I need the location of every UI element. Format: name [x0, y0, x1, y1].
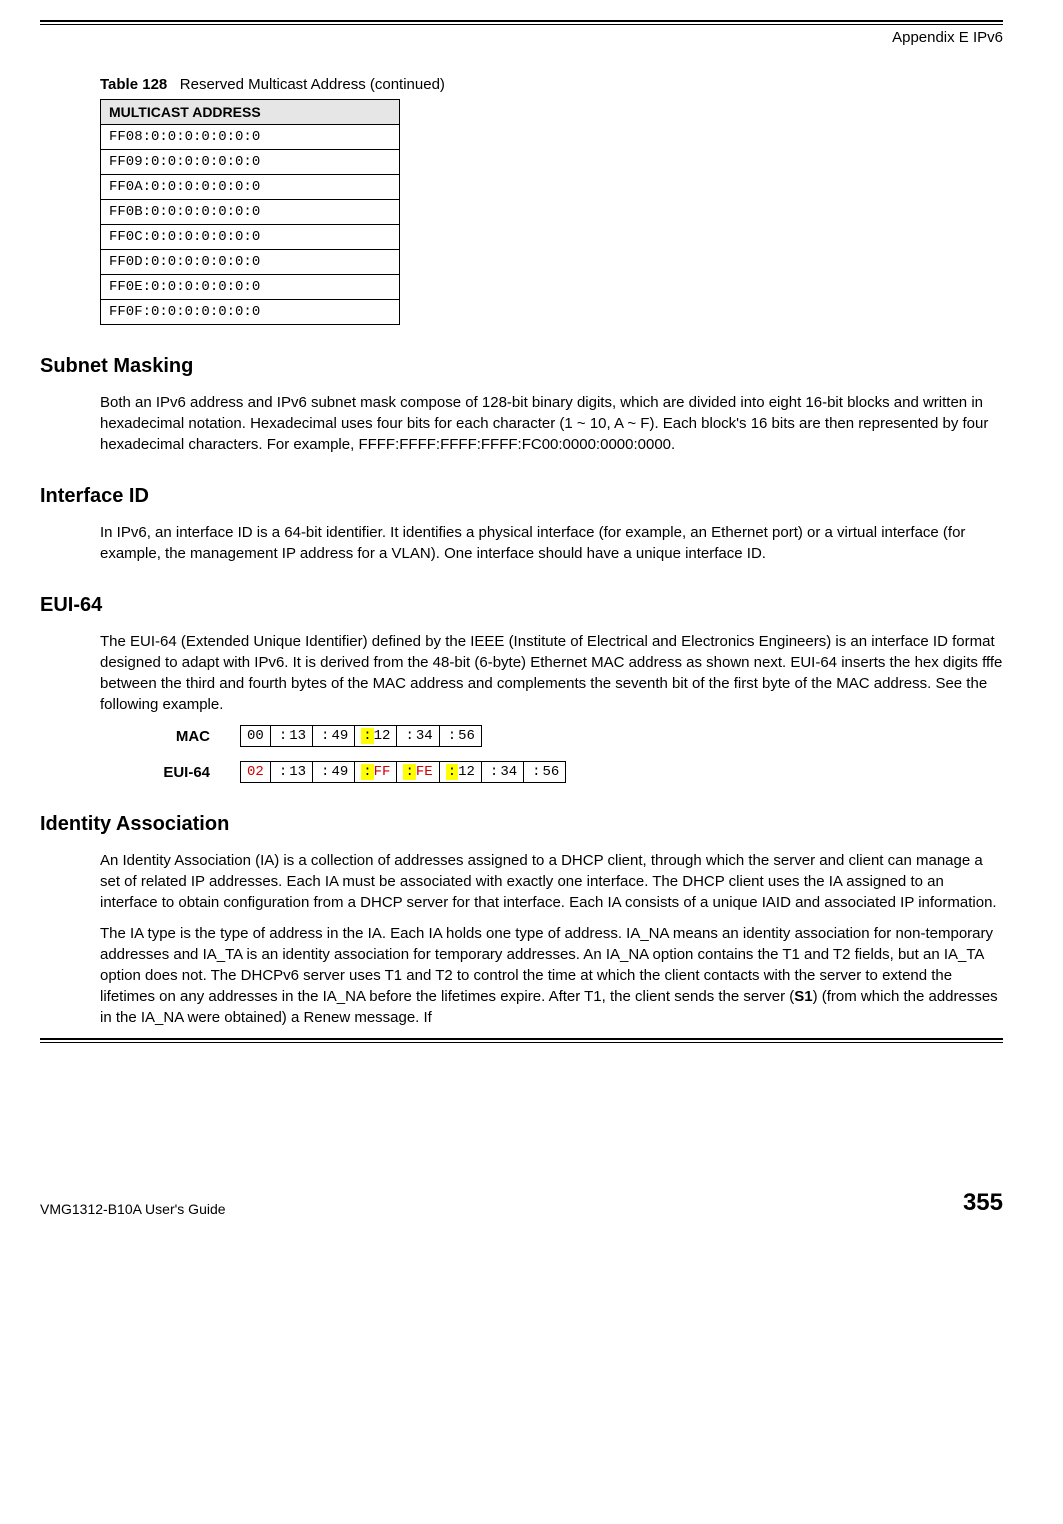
footer-page-number: 355	[963, 1189, 1003, 1217]
mac-byte: :13	[271, 725, 313, 747]
multicast-table: MULTICAST ADDRESS FF08:0:0:0:0:0:0:0 FF0…	[100, 99, 400, 325]
eui-example: MAC 00 :13 :49 :12 :34 :56 EUI-64 02 :13…	[100, 725, 1003, 783]
table-row: FF0D:0:0:0:0:0:0:0	[101, 250, 400, 275]
mac-byte: :12	[355, 725, 397, 747]
eui64-byte-inserted: :FE	[397, 761, 439, 783]
eui64-byte: :34	[482, 761, 524, 783]
eui64-byte: :12	[440, 761, 482, 783]
eui64-byte-inserted: :FF	[355, 761, 397, 783]
eui64-row: EUI-64 02 :13 :49 :FF :FE :12 :34 :56	[100, 761, 1003, 783]
table-row: FF0A:0:0:0:0:0:0:0	[101, 175, 400, 200]
mac-byte: :49	[313, 725, 355, 747]
section-body: Both an IPv6 address and IPv6 subnet mas…	[100, 392, 1003, 455]
table-row: FF09:0:0:0:0:0:0:0	[101, 150, 400, 175]
eui64-label: EUI-64	[100, 764, 240, 781]
section-heading-subnet-masking: Subnet Masking	[40, 355, 1003, 378]
page-footer: VMG1312-B10A User's Guide 355	[40, 1183, 1003, 1217]
table-title: Reserved Multicast Address (continued)	[180, 76, 445, 93]
table-cell: FF08:0:0:0:0:0:0:0	[101, 125, 400, 150]
table-cell: FF0B:0:0:0:0:0:0:0	[101, 200, 400, 225]
section-heading-eui64: EUI-64	[40, 594, 1003, 617]
eui64-byte: :56	[524, 761, 566, 783]
table-row: FF0E:0:0:0:0:0:0:0	[101, 275, 400, 300]
mac-byte: 00	[240, 725, 271, 747]
section-body: The IA type is the type of address in th…	[100, 923, 1003, 1028]
section-body: An Identity Association (IA) is a collec…	[100, 850, 1003, 913]
table-number: Table 128	[100, 76, 167, 93]
table-caption: Table 128 Reserved Multicast Address (co…	[100, 76, 1003, 93]
footer-guide: VMG1312-B10A User's Guide	[40, 1201, 226, 1217]
bold-s1: S1	[794, 988, 812, 1005]
table-cell: FF0C:0:0:0:0:0:0:0	[101, 225, 400, 250]
table-row: FF0B:0:0:0:0:0:0:0	[101, 200, 400, 225]
mac-label: MAC	[100, 728, 240, 745]
mac-byte: :56	[440, 725, 482, 747]
section-body: In IPv6, an interface ID is a 64-bit ide…	[100, 522, 1003, 564]
table-row: FF08:0:0:0:0:0:0:0	[101, 125, 400, 150]
appendix-header: Appendix E IPv6	[40, 29, 1003, 46]
table-cell: FF0F:0:0:0:0:0:0:0	[101, 300, 400, 325]
eui64-byte: 02	[240, 761, 271, 783]
section-heading-identity-association: Identity Association	[40, 813, 1003, 836]
table-cell: FF0A:0:0:0:0:0:0:0	[101, 175, 400, 200]
table-cell: FF09:0:0:0:0:0:0:0	[101, 150, 400, 175]
section-body: The EUI-64 (Extended Unique Identifier) …	[100, 631, 1003, 715]
eui64-byte: :13	[271, 761, 313, 783]
table-cell: FF0D:0:0:0:0:0:0:0	[101, 250, 400, 275]
eui64-byte: :49	[313, 761, 355, 783]
table-header-cell: MULTICAST ADDRESS	[101, 100, 400, 125]
table-cell: FF0E:0:0:0:0:0:0:0	[101, 275, 400, 300]
mac-byte: :34	[397, 725, 439, 747]
section-heading-interface-id: Interface ID	[40, 485, 1003, 508]
table-row: FF0C:0:0:0:0:0:0:0	[101, 225, 400, 250]
table-row: FF0F:0:0:0:0:0:0:0	[101, 300, 400, 325]
mac-row: MAC 00 :13 :49 :12 :34 :56	[100, 725, 1003, 747]
